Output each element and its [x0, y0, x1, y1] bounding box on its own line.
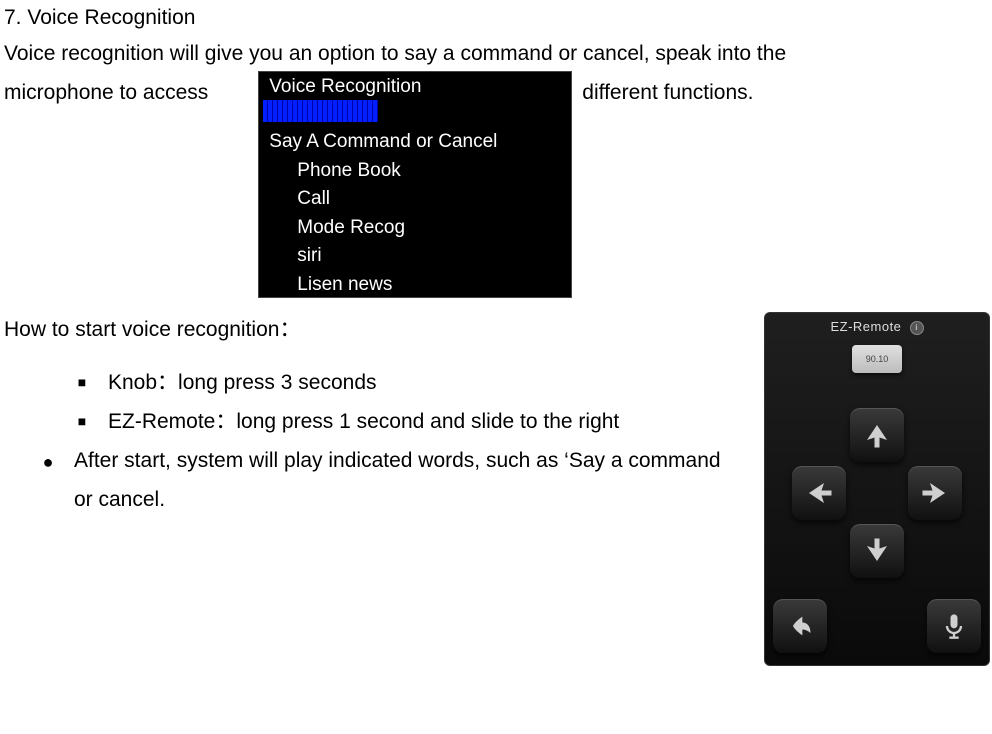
list-item-text: Knob：long press 3 seconds: [108, 364, 740, 403]
vr-item: siri: [269, 242, 561, 271]
dpad-up-button[interactable]: [850, 408, 904, 462]
section-heading: 7. Voice Recognition: [0, 0, 992, 36]
vr-screen-title: Voice Recognition: [259, 72, 571, 100]
howto-heading: How to start voice recognition：: [0, 312, 740, 348]
arrow-left-icon: [804, 478, 834, 508]
dpad-down-button[interactable]: [850, 524, 904, 578]
remote-back-button[interactable]: [773, 599, 827, 653]
remote-mic-button[interactable]: [927, 599, 981, 653]
intro-left-fragment: microphone to access: [0, 71, 208, 111]
arrow-down-icon: [862, 536, 892, 566]
remote-title-label: EZ-Remote: [830, 319, 901, 334]
remote-frequency-badge: 90.10: [852, 345, 902, 373]
vr-item: Phone Book: [269, 157, 561, 186]
intro-line-1: Voice recognition will give you an optio…: [0, 36, 992, 72]
square-bullet-icon: ■: [76, 403, 88, 435]
microphone-icon: [940, 612, 968, 640]
ez-remote-illustration: EZ-Remote i 90.10: [764, 312, 990, 666]
vr-screen-body: Say A Command or Cancel Phone Book Call …: [259, 122, 571, 305]
square-bullet-icon: ■: [76, 364, 88, 396]
list-item: ● After start, system will play indicate…: [0, 442, 740, 520]
list-item: ■ EZ-Remote：long press 1 second and slid…: [0, 403, 740, 442]
vr-item: Lisen news: [269, 271, 561, 300]
list-item-text: After start, system will play indicated …: [74, 442, 740, 520]
page: 7. Voice Recognition Voice recognition w…: [0, 0, 992, 734]
howto-list: ■ Knob：long press 3 seconds ■ EZ-Remote：…: [0, 364, 740, 519]
vr-prompt: Say A Command or Cancel: [269, 128, 561, 157]
vr-audio-level-meter: [263, 100, 378, 122]
voice-recognition-screenshot: Voice Recognition Say A Command or Cance…: [258, 71, 572, 298]
arrow-right-icon: [920, 478, 950, 508]
back-icon: [786, 612, 814, 640]
vr-item: Call: [269, 185, 561, 214]
intro-wrap-row: microphone to access Voice Recognition S…: [0, 71, 992, 298]
dpad-right-button[interactable]: [908, 466, 962, 520]
list-item-text: EZ-Remote：long press 1 second and slide …: [108, 403, 740, 442]
remote-image-column: EZ-Remote i 90.10: [764, 312, 992, 666]
disc-bullet-icon: ●: [42, 442, 54, 479]
info-icon[interactable]: i: [910, 321, 924, 335]
remote-dpad: [792, 408, 962, 578]
instructions-column: How to start voice recognition： ■ Knob：l…: [0, 312, 740, 519]
arrow-up-icon: [862, 420, 892, 450]
dpad-left-button[interactable]: [792, 466, 846, 520]
list-item: ■ Knob：long press 3 seconds: [0, 364, 740, 403]
intro-right-fragment: different functions.: [582, 71, 753, 111]
remote-title: EZ-Remote i: [765, 319, 989, 335]
vr-item: Mode Recog: [269, 214, 561, 243]
